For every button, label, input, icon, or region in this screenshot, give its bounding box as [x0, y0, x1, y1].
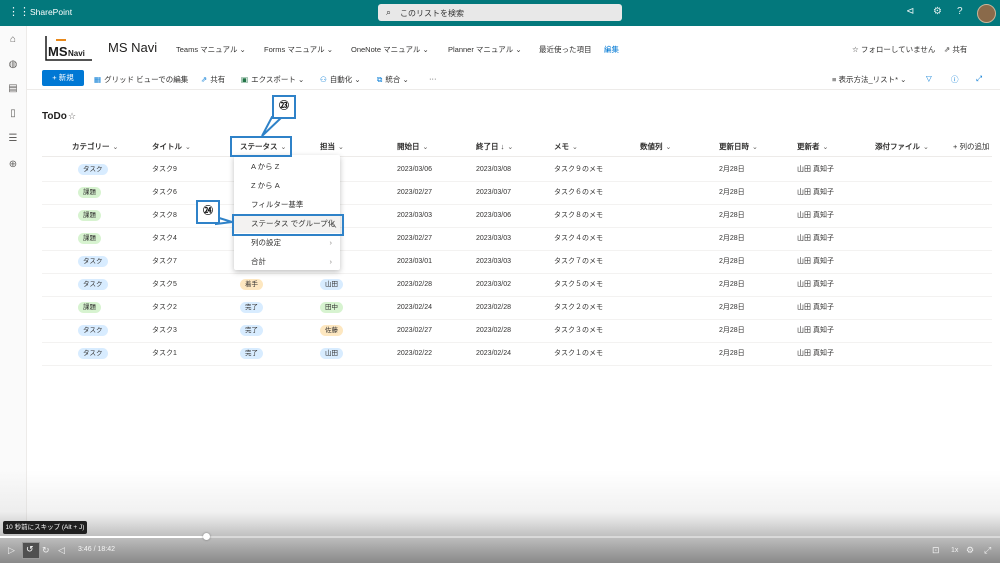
rewind-icon: ↺	[26, 544, 34, 554]
captions-icon[interactable]: ⊡	[932, 545, 940, 556]
volume-icon[interactable]: ◁	[58, 545, 65, 556]
callout-24: ㉔	[196, 200, 220, 224]
cursor-icon: ↖	[330, 220, 338, 230]
speed-button[interactable]: 1x	[951, 547, 958, 554]
skip-tooltip: 10 秒前にスキップ (Alt + J)	[3, 521, 87, 534]
progress-handle[interactable]	[203, 533, 210, 540]
skip-forward-icon[interactable]: ↻	[42, 545, 50, 556]
time-display: 3:46 / 18:42	[78, 546, 115, 553]
callout-23: ㉓	[272, 95, 296, 119]
play-icon[interactable]: ▷	[8, 545, 15, 556]
progress-fill	[0, 536, 206, 538]
settings-icon[interactable]: ⚙	[966, 545, 974, 556]
skip-back-button[interactable]: ↺	[22, 542, 40, 559]
video-overlay	[0, 470, 1000, 563]
fullscreen-icon[interactable]: ⤢	[984, 545, 991, 556]
